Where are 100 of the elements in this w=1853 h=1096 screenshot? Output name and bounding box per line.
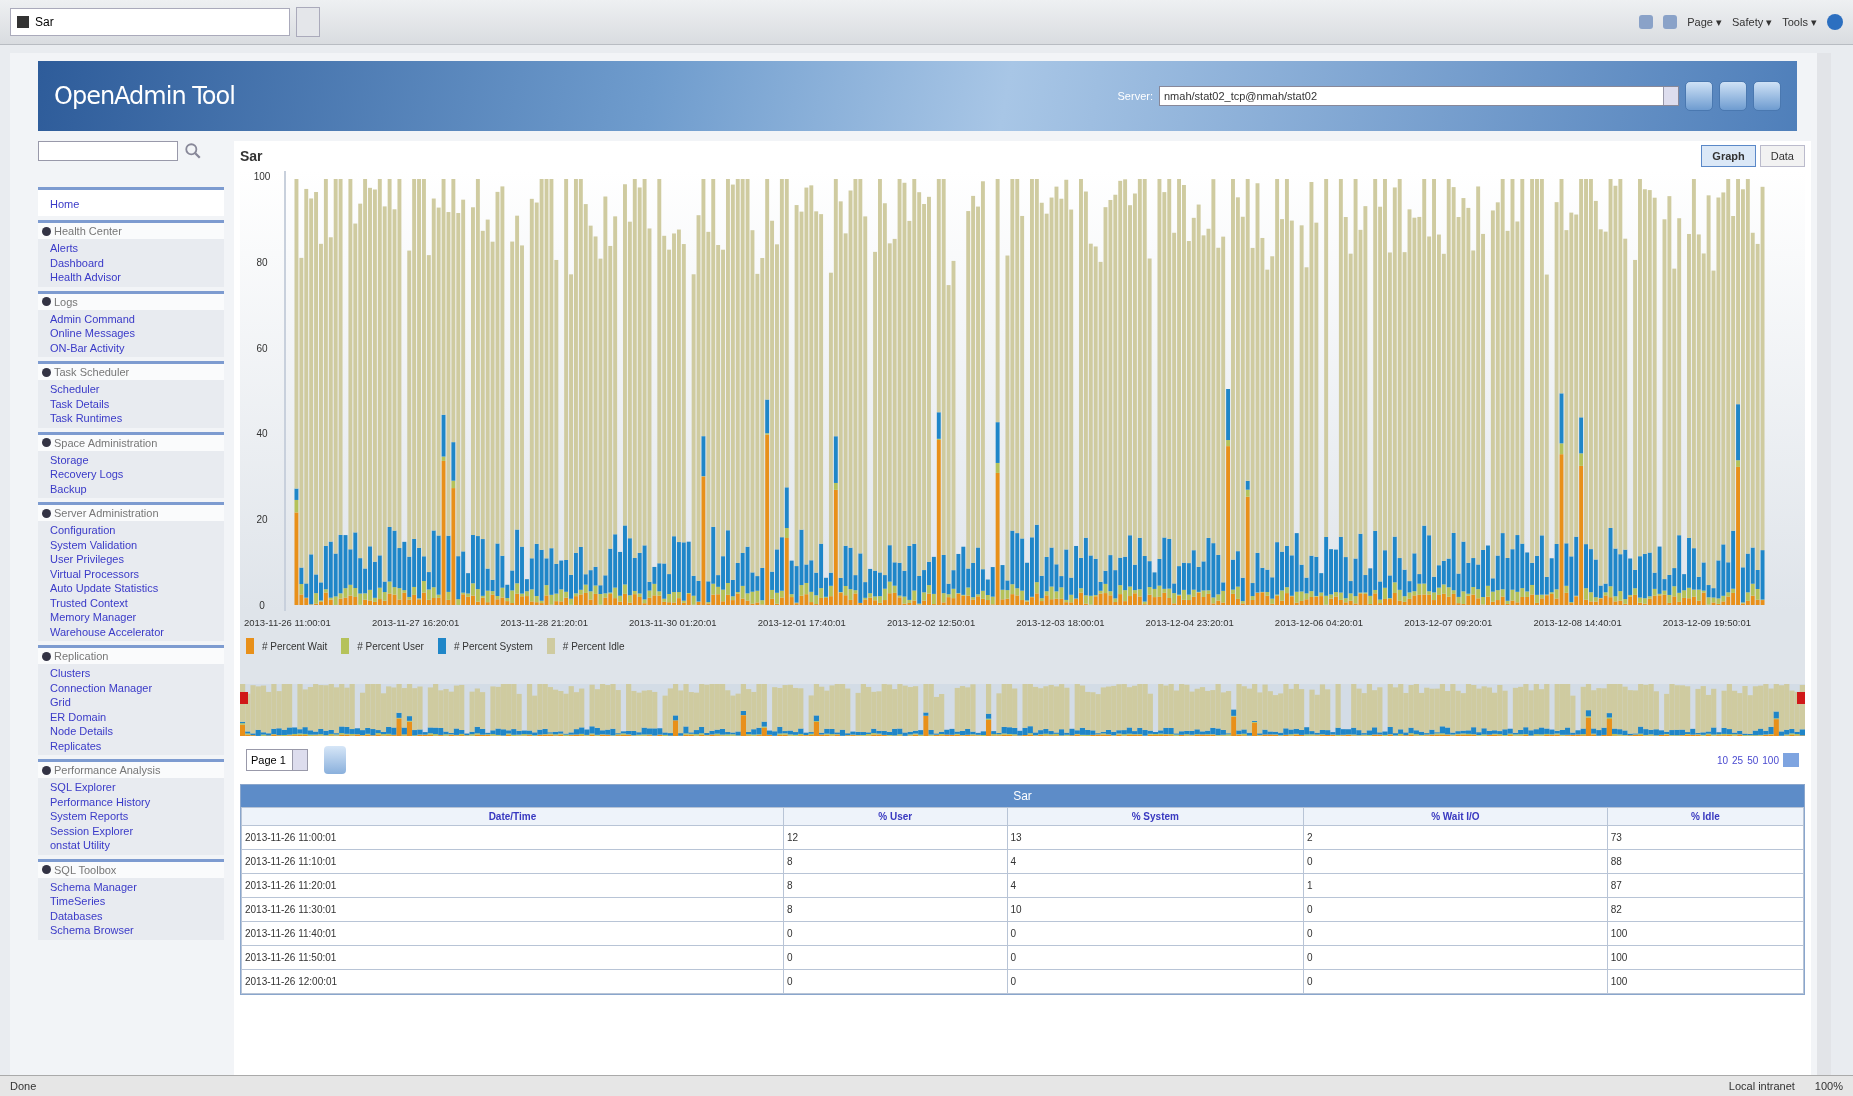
range-handle[interactable] [240,692,248,704]
table-cell: 1 [1303,873,1608,898]
nav-link[interactable]: System Reports [50,809,129,824]
table-cell: 0 [1303,945,1608,970]
nav-link[interactable]: Admin Command [50,311,135,326]
y-axis-label: 0 [259,600,265,611]
expand-icon[interactable] [42,438,51,447]
toolbar-menu[interactable]: Page ▾ [1687,15,1722,29]
x-axis-label: 2013-11-26 11:00:01 [244,617,331,628]
nav-link[interactable]: Clusters [50,666,91,681]
nav-link[interactable]: Online Messages [50,326,135,341]
table-cell: 2013-11-26 11:20:01 [241,873,784,898]
range-handle[interactable] [1797,692,1805,704]
zoom-level[interactable]: 100% [1814,1080,1843,1092]
column-header[interactable]: Date/Time [241,807,784,826]
x-axis-label: 2013-12-01 17:40:01 [757,617,846,628]
table-cell: 82 [1607,897,1804,922]
nav-link[interactable]: Storage [50,452,89,467]
column-header[interactable]: % User [783,807,1008,826]
refresh-button[interactable] [324,746,346,774]
nav-link[interactable]: Replicates [50,738,102,753]
nav-link[interactable]: Memory Manager [50,610,137,625]
table-cell: 0 [1303,921,1608,946]
nav-link[interactable]: Home [50,198,80,210]
column-header[interactable]: % Idle [1607,807,1804,826]
expand-icon[interactable] [42,367,51,377]
legend-label: # Percent System [453,640,533,652]
nav-link[interactable]: Configuration [50,523,116,538]
nav-link[interactable]: Task Runtimes [50,411,123,426]
expand-icon[interactable] [42,226,51,236]
table-cell: 8 [783,873,1008,898]
status-text: Done [10,1080,37,1092]
page-size-link[interactable]: 25 [1732,754,1744,766]
nav-link[interactable]: Backup [50,481,87,496]
expand-icon[interactable] [42,651,51,661]
nav-link[interactable]: Warehouse Accelerator [50,624,164,639]
nav-link[interactable]: onstat Utility [50,838,110,853]
nav-link[interactable]: Node Details [50,724,113,739]
nav-link[interactable]: Alerts [50,241,79,256]
nav-link[interactable]: Auto Update Statistics [50,581,159,596]
page-size-link[interactable]: 100 [1762,754,1779,766]
nav-link[interactable]: SQL Explorer [50,780,116,795]
expand-icon[interactable] [42,765,51,775]
toolbar-menu[interactable]: Safety ▾ [1732,15,1773,29]
expand-icon[interactable] [42,865,51,874]
column-header[interactable]: % System [1007,807,1304,826]
nav-link[interactable]: Schema Browser [50,923,134,938]
nav-link[interactable]: Performance History [50,794,151,809]
search-icon[interactable] [184,142,202,160]
expand-icon[interactable] [42,297,51,306]
nav-link[interactable]: Task Details [50,396,110,411]
table-cell: 2013-11-26 11:50:01 [241,945,784,970]
table-cell: 100 [1607,969,1804,994]
toolbar-menu[interactable]: Tools ▾ [1782,15,1817,29]
nav-link[interactable]: Virtual Processors [50,566,140,581]
x-axis-label: 2013-11-30 01:20:01 [629,617,717,628]
view-tab[interactable]: Data [1759,145,1805,167]
legend-label: # Percent Idle [562,640,625,652]
y-axis-label: 60 [256,342,268,354]
y-axis-label: 100 [253,171,271,182]
server-select[interactable]: nmah/stat02_tcp@nmah/stat02 [1159,86,1679,106]
page-title: Sar [240,148,263,164]
nav-link[interactable]: Databases [50,908,103,923]
nav-link[interactable]: TimeSeries [50,894,106,909]
server-label: Server: [1117,90,1153,102]
table-cell: 0 [783,945,1008,970]
table-cell: 2013-11-26 11:40:01 [241,921,784,946]
page-size-link[interactable]: 50 [1747,754,1759,766]
column-header[interactable]: % Wait I/O [1303,807,1608,826]
table-cell: 100 [1607,921,1804,946]
nav-link[interactable]: ON-Bar Activity [50,340,125,355]
nav-link[interactable]: Session Explorer [50,823,134,838]
browser-tab[interactable]: Sar [10,8,290,36]
search-field[interactable] [38,141,178,161]
nav-link[interactable]: Dashboard [50,255,104,270]
expand-icon[interactable] [42,508,51,518]
nav-link[interactable]: User Privileges [50,552,124,567]
nav-link[interactable]: Trusted Context [50,595,128,610]
nav-link[interactable]: ER Domain [50,709,107,724]
table-cell: 12 [783,825,1008,850]
view-tab[interactable]: Graph [1701,145,1756,167]
nav-link[interactable]: Recovery Logs [50,467,124,482]
nav-link[interactable]: Schema Manager [50,879,137,894]
x-axis-label: 2013-11-28 21:20:01 [500,617,588,628]
nav-group-title[interactable]: Logs [54,295,78,308]
new-tab-button[interactable] [296,7,320,37]
page-select[interactable]: Page 1 [246,749,308,771]
page-icon [17,16,29,28]
table-cell: 4 [1007,873,1304,898]
nav-link[interactable]: Connection Manager [50,680,153,695]
x-axis-label: 2013-12-06 04:20:01 [1274,617,1364,628]
overview-chart-drawing[interactable] [240,684,1805,736]
table-title: Sar [241,785,1804,807]
table-cell: 2013-11-26 11:00:01 [241,825,784,850]
page-size-link[interactable]: 10 [1716,754,1729,766]
nav-link[interactable]: System Validation [50,537,138,552]
nav-link[interactable]: Health Advisor [50,270,121,285]
nav-link[interactable]: Grid [50,695,71,710]
table-cell: 100 [1607,945,1804,970]
nav-link[interactable]: Scheduler [50,382,100,397]
